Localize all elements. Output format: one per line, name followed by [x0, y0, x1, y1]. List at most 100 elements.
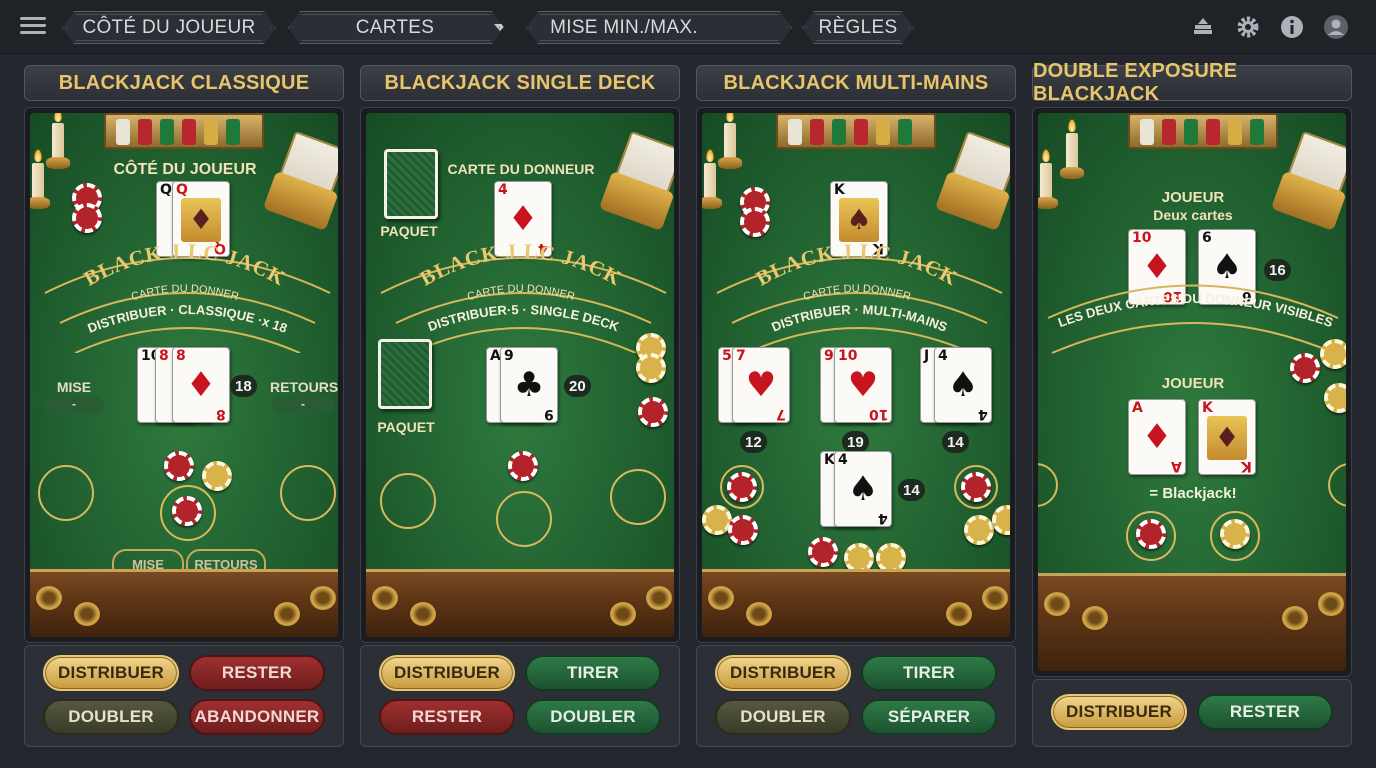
arc-subtitle: CARTE DU DONNER — [130, 283, 240, 303]
table-title: BLACKJACK CLASSIQUE — [24, 65, 344, 101]
chip — [1220, 519, 1250, 549]
rester-button[interactable]: RESTER — [1197, 694, 1333, 730]
svg-text:LES DEUX CARTES DU DONNEUR VIS: LES DEUX CARTES DU DONNEUR VISIBLES — [1056, 291, 1335, 330]
tab-mise-min-max[interactable]: MISE MIN./MAX. — [526, 11, 792, 44]
tab-label: MISE MIN./MAX. — [550, 16, 698, 38]
player-heading: JOUEUR — [1161, 375, 1225, 392]
table-rail — [366, 569, 674, 637]
table-rail — [702, 569, 1010, 637]
hand-4-total: 14 — [898, 479, 925, 501]
player-card: K ♦ K — [1198, 399, 1256, 475]
hand-3-card: 4 ♠ 4 — [934, 347, 992, 423]
hand-2-card: 10 ♥ 10 — [834, 347, 892, 423]
separer-button[interactable]: SÉPARER — [861, 699, 997, 735]
arc-title: BLACK J LC JACK — [752, 239, 961, 291]
arc-subtitle: CARTE DU DONNER — [802, 283, 912, 303]
deck-label: PAQUET — [377, 419, 435, 435]
chip — [727, 472, 757, 502]
action-panel: DISTRIBUER RESTER — [1032, 679, 1352, 747]
distribuer-button[interactable]: DISTRIBUER — [715, 655, 851, 691]
hand-1-total: 12 — [740, 431, 767, 453]
svg-text:BLACK J LC JACK: BLACK J LC JACK — [416, 239, 626, 291]
distribuer-button[interactable]: DISTRIBUER — [1051, 694, 1187, 730]
table-felt: PAQUET CARTE DU DONNEUR 4 ♦ 4 BLACK J LC J… — [366, 113, 674, 637]
info-icon[interactable] — [1279, 14, 1305, 40]
chip-stack — [1324, 383, 1346, 413]
player-card: 9 ♣ 9 — [500, 347, 558, 423]
chip — [172, 496, 202, 526]
player-total: 20 — [564, 375, 591, 397]
table-title: BLACKJACK SINGLE DECK — [360, 65, 680, 101]
table-felt-frame: K ♠ K BLACK J LC JACK CARTE DU DONNER DIST… — [696, 107, 1016, 643]
chip — [961, 472, 991, 502]
action-panel: DISTRIBUER TIRER DOUBLER SÉPARER — [696, 645, 1016, 747]
chevron-down-icon — [494, 24, 506, 31]
player-card: 8 ♦ 8 — [172, 347, 230, 423]
chip — [164, 451, 194, 481]
hand-1-card: 7 ♥ 7 — [732, 347, 790, 423]
arc-title: BLACK J LC JACK — [80, 239, 289, 291]
chip — [508, 451, 538, 481]
chip-stack — [1320, 339, 1346, 369]
action-panel: DISTRIBUER TIRER RESTER DOUBLER — [360, 645, 680, 747]
table-felt-frame: CÔTÉ DU JOUEUR Q♠ Q♦Q BLACK J LC JACK CA… — [24, 107, 344, 643]
hand-2-total: 19 — [842, 431, 869, 453]
svg-text:BLACK J LC JACK: BLACK J LC JACK — [80, 239, 290, 291]
top-bar: CÔTÉ DU JOUEUR CARTES MISE MIN./MAX. RÈG… — [0, 0, 1376, 54]
chip — [1136, 519, 1166, 549]
chip — [964, 515, 994, 545]
betting-spot[interactable] — [496, 491, 552, 547]
betting-spot[interactable] — [610, 469, 666, 525]
arc-band-text: DISTRIBUER · CLASSIQUE ·x 18 — [86, 302, 290, 336]
chip — [808, 537, 838, 567]
user-icon[interactable] — [1323, 14, 1349, 40]
table-arc-markings: LES DEUX CARTES DU DONNEUR VISIBLES — [1047, 284, 1339, 354]
arc-title: BLACK J LC JACK — [416, 239, 625, 291]
svg-text:CARTE DU DONNER: CARTE DU DONNER — [802, 283, 912, 303]
chip — [728, 515, 758, 545]
tab-cote-du-joueur[interactable]: CÔTÉ DU JOUEUR — [62, 11, 276, 44]
svg-text:BLACK J LC JACK: BLACK J LC JACK — [752, 239, 962, 291]
arc-band-text: LES DEUX CARTES DU DONNEUR VISIBLES — [1056, 291, 1335, 330]
deck-stack — [378, 339, 432, 409]
hand-3-total: 14 — [942, 431, 969, 453]
betting-spot[interactable] — [1038, 463, 1058, 507]
betting-spot[interactable] — [280, 465, 336, 521]
doubler-button[interactable]: DOUBLER — [43, 699, 179, 735]
tab-regles[interactable]: RÈGLES — [802, 11, 914, 44]
tirer-button[interactable]: TIRER — [525, 655, 661, 691]
player-total: 18 — [230, 375, 257, 397]
player-card: A ♦ A — [1128, 399, 1186, 475]
table-rail — [30, 569, 338, 637]
arc-band-text: DISTRIBUER · MULTI-MAINS — [769, 302, 949, 335]
tab-cartes-dropdown[interactable]: CARTES — [288, 11, 504, 44]
betting-spot[interactable] — [380, 473, 436, 529]
table-felt-frame: PAQUET CARTE DU DONNEUR 4 ♦ 4 BLACK J LC J… — [360, 107, 680, 643]
table-title: BLACKJACK MULTI-MAINS — [696, 65, 1016, 101]
hand-4-card: 4 ♠ 4 — [834, 451, 892, 527]
table-felt-frame: JOUEUR Deux cartes 10 ♦ 10 6 ♠ 6 16 LES DEUX… — [1032, 107, 1352, 677]
table-felt: K ♠ K BLACK J LC JACK CARTE DU DONNER DIST… — [702, 113, 1010, 637]
arc-band-text: DISTRIBUER·5 · SINGLE DECK — [426, 302, 622, 335]
tab-label: CARTES — [355, 16, 435, 38]
chip-stack — [636, 353, 666, 383]
tirer-button[interactable]: TIRER — [861, 655, 997, 691]
distribuer-button[interactable]: DISTRIBUER — [43, 655, 179, 691]
chip — [638, 397, 668, 427]
doubler-button[interactable]: DOUBLER — [715, 699, 851, 735]
betting-spot[interactable] — [38, 465, 94, 521]
chip-stack-icon[interactable] — [1190, 14, 1216, 40]
arc-subtitle: CARTE DU DONNER — [466, 283, 576, 303]
chip-stack — [1290, 353, 1320, 383]
menu-icon[interactable] — [20, 14, 46, 38]
abandonner-button[interactable]: ABANDONNER — [189, 699, 325, 735]
svg-text:CARTE DU DONNER: CARTE DU DONNER — [466, 283, 576, 303]
betting-spot[interactable] — [1328, 463, 1346, 507]
gear-icon[interactable] — [1235, 14, 1261, 40]
table-rail — [1038, 573, 1346, 671]
rester-button[interactable]: RESTER — [189, 655, 325, 691]
distribuer-button[interactable]: DISTRIBUER — [379, 655, 515, 691]
rester-button[interactable]: RESTER — [379, 699, 515, 735]
mise-label: MISE — [56, 379, 92, 395]
doubler-button[interactable]: DOUBLER — [525, 699, 661, 735]
